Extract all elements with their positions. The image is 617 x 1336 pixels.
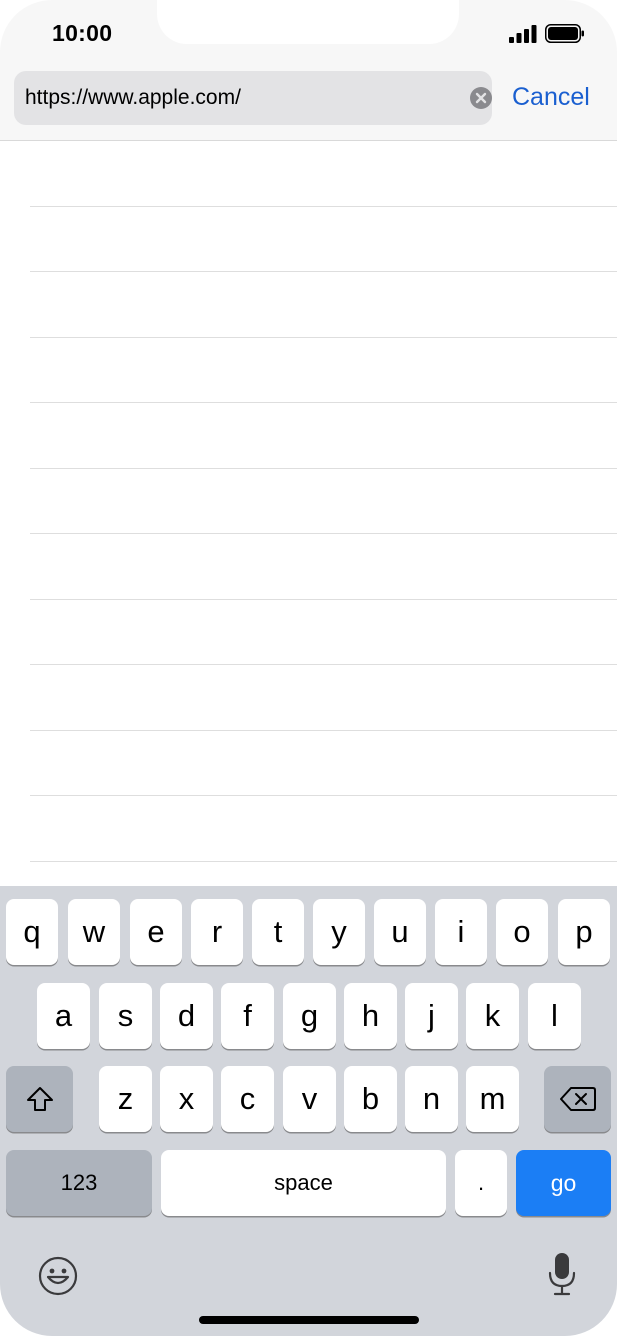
list-item (30, 796, 617, 862)
delete-icon (559, 1087, 596, 1111)
key-q[interactable]: q (6, 899, 58, 965)
suggestion-list (0, 141, 617, 886)
key-s[interactable]: s (99, 983, 152, 1049)
signal-icon (509, 25, 537, 43)
phone-screen: 10:00 https://www.apple.com/ Cancel q w … (0, 0, 617, 1336)
period-key[interactable]: . (455, 1150, 507, 1216)
key-d[interactable]: d (160, 983, 213, 1049)
key-g[interactable]: g (283, 983, 336, 1049)
list-item (30, 665, 617, 731)
notch (157, 0, 459, 44)
key-p[interactable]: p (558, 899, 610, 965)
list-item (30, 600, 617, 665)
key-u[interactable]: u (374, 899, 426, 965)
delete-key[interactable] (544, 1066, 611, 1132)
url-text[interactable]: https://www.apple.com/ (25, 86, 241, 110)
clear-icon[interactable] (470, 87, 492, 109)
list-item (30, 207, 617, 272)
key-x[interactable]: x (160, 1066, 213, 1132)
url-header: https://www.apple.com/ Cancel (0, 62, 617, 141)
status-time: 10:00 (52, 20, 113, 46)
key-m[interactable]: m (466, 1066, 519, 1132)
numbers-key[interactable]: 123 (6, 1150, 152, 1216)
key-e[interactable]: e (130, 899, 182, 965)
url-input[interactable]: https://www.apple.com/ (14, 71, 492, 125)
battery-icon (545, 24, 584, 43)
shift-icon (26, 1087, 53, 1111)
key-j[interactable]: j (405, 983, 458, 1049)
key-a[interactable]: a (37, 983, 90, 1049)
list-item (30, 272, 617, 338)
key-k[interactable]: k (466, 983, 519, 1049)
key-r[interactable]: r (191, 899, 243, 965)
emoji-icon[interactable] (38, 1256, 78, 1296)
microphone-icon[interactable] (546, 1251, 578, 1297)
key-o[interactable]: o (496, 899, 548, 965)
key-v[interactable]: v (283, 1066, 336, 1132)
key-c[interactable]: c (221, 1066, 274, 1132)
key-l[interactable]: l (528, 983, 581, 1049)
key-t[interactable]: t (252, 899, 304, 965)
list-item (30, 403, 617, 469)
space-key[interactable]: space (161, 1150, 446, 1216)
list-item (30, 469, 617, 534)
key-b[interactable]: b (344, 1066, 397, 1132)
key-i[interactable]: i (435, 899, 487, 965)
home-indicator (199, 1316, 419, 1324)
shift-key[interactable] (6, 1066, 73, 1132)
key-f[interactable]: f (221, 983, 274, 1049)
list-item (30, 141, 617, 207)
go-button[interactable]: go (516, 1150, 611, 1216)
cancel-button[interactable]: Cancel (512, 83, 590, 112)
list-item (30, 731, 617, 796)
key-w[interactable]: w (68, 899, 120, 965)
list-item (30, 338, 617, 403)
key-h[interactable]: h (344, 983, 397, 1049)
status-bar: 10:00 (0, 0, 617, 62)
key-n[interactable]: n (405, 1066, 458, 1132)
list-item (30, 534, 617, 600)
key-y[interactable]: y (313, 899, 365, 965)
key-z[interactable]: z (99, 1066, 152, 1132)
keyboard: q w e r t y u i o p a s d f g h j k l z … (0, 886, 617, 1336)
